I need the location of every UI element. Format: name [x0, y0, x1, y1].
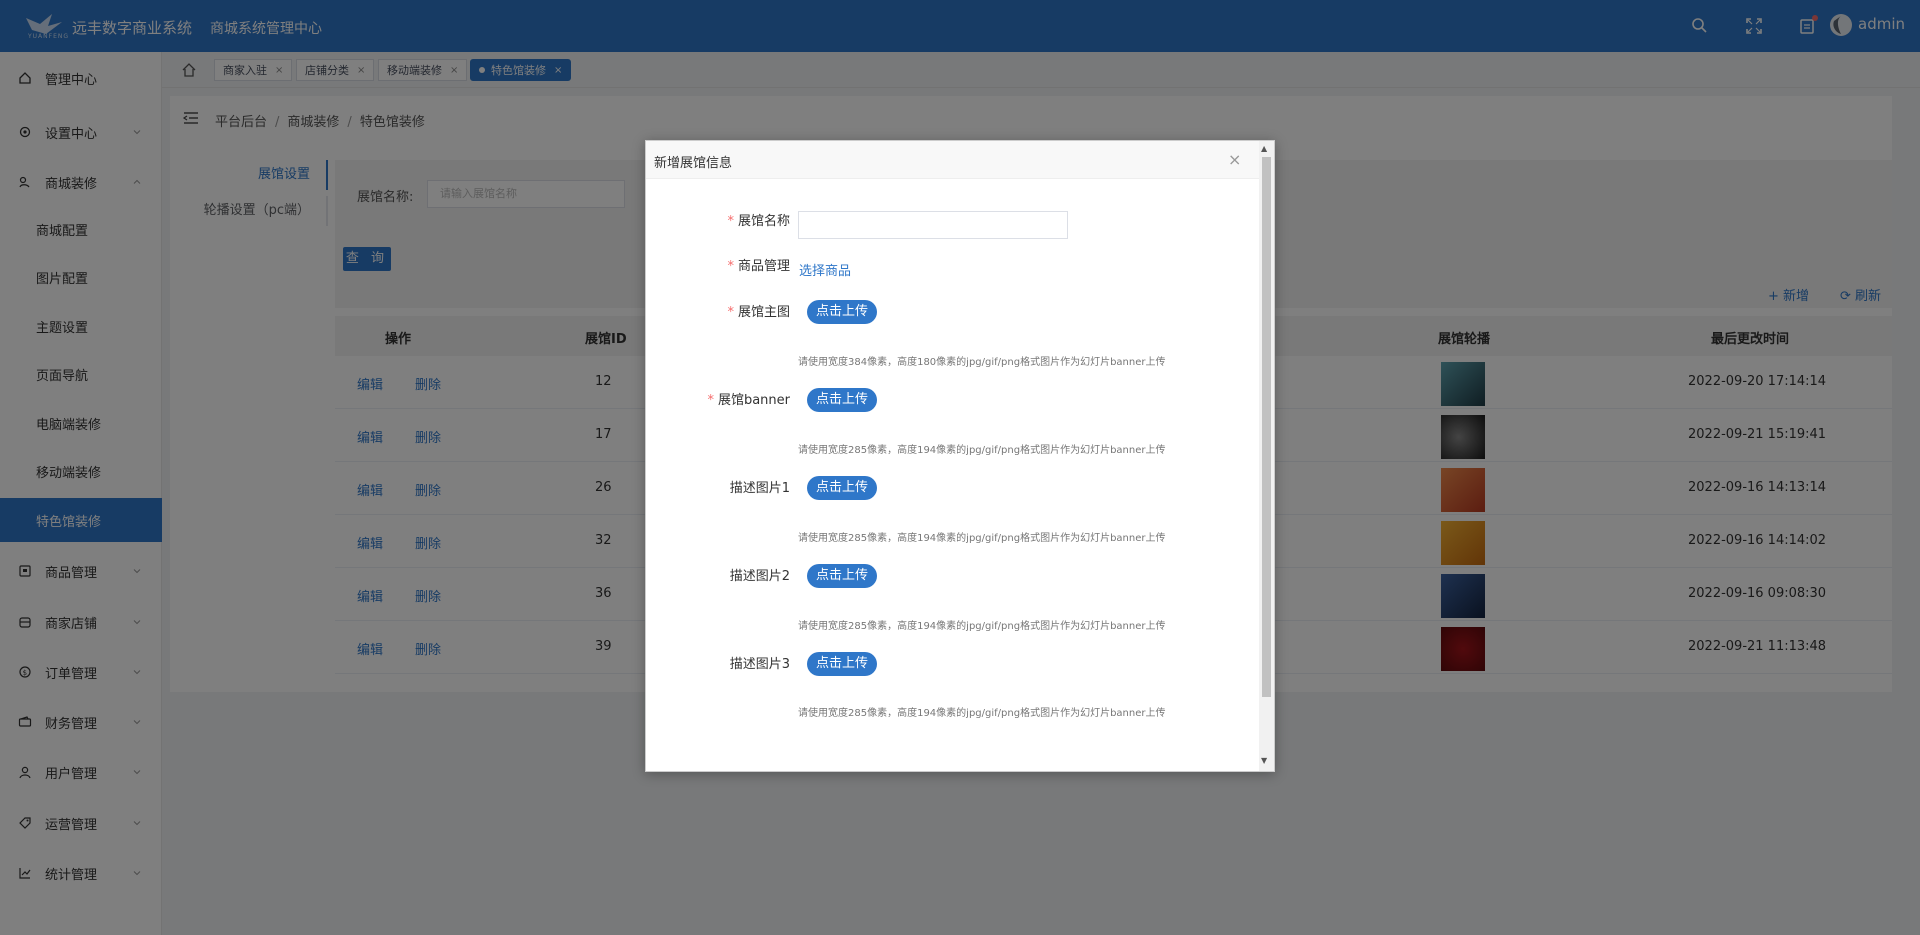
field-label-text: 描述图片3 [729, 657, 790, 672]
field-label-text: 展馆banner [717, 393, 790, 408]
required-mark: * [727, 305, 734, 320]
scroll-up-icon[interactable]: ▲ [1261, 144, 1267, 153]
field-label-goods: * 商品管理 [640, 255, 790, 274]
select-goods-link[interactable]: 选择商品 [799, 260, 851, 279]
field-label-desc2: 描述图片2 [640, 565, 790, 584]
upload-hint: 请使用宽度285像素，高度194像素的jpg/gif/png格式图片作为幻灯片b… [798, 445, 1166, 456]
dialog-header: 新增展馆信息 × [646, 141, 1274, 179]
upload-main-image-button[interactable]: 点击上传 [807, 300, 877, 324]
field-label-banner: * 展馆banner [640, 389, 790, 408]
upload-hint: 请使用宽度285像素，高度194像素的jpg/gif/png格式图片作为幻灯片b… [798, 621, 1166, 632]
upload-desc3-button[interactable]: 点击上传 [807, 652, 877, 676]
field-label-text: 描述图片2 [729, 569, 790, 584]
upload-hint: 请使用宽度285像素，高度194像素的jpg/gif/png格式图片作为幻灯片b… [798, 708, 1166, 719]
field-label-desc3: 描述图片3 [640, 653, 790, 672]
field-label-text: 商品管理 [737, 259, 790, 274]
scroll-down-icon[interactable]: ▼ [1261, 756, 1267, 765]
close-icon[interactable]: × [1228, 150, 1241, 169]
dialog-title: 新增展馆信息 [654, 156, 733, 171]
upload-desc1-button[interactable]: 点击上传 [807, 476, 877, 500]
upload-hint: 请使用宽度285像素，高度194像素的jpg/gif/png格式图片作为幻灯片b… [798, 533, 1166, 544]
required-mark: * [727, 214, 734, 229]
required-mark: * [727, 259, 734, 274]
scrollbar-thumb[interactable] [1262, 157, 1271, 697]
field-label-name: * 展馆名称 [640, 210, 790, 229]
field-label-main-image: * 展馆主图 [640, 301, 790, 320]
hall-name-input[interactable] [798, 211, 1068, 239]
field-label-desc1: 描述图片1 [640, 477, 790, 496]
field-label-text: 描述图片1 [729, 481, 790, 496]
add-hall-dialog: 新增展馆信息 × ▲ ▼ * 展馆名称 * 商品管理 选择商品 * 展馆主图 点击上传… [645, 140, 1275, 772]
upload-banner-button[interactable]: 点击上传 [807, 388, 877, 412]
field-label-text: 展馆主图 [737, 305, 790, 320]
required-mark: * [707, 393, 714, 408]
upload-hint: 请使用宽度384像素，高度180像素的jpg/gif/png格式图片作为幻灯片b… [798, 357, 1166, 368]
upload-desc2-button[interactable]: 点击上传 [807, 564, 877, 588]
field-label-text: 展馆名称 [737, 214, 790, 229]
